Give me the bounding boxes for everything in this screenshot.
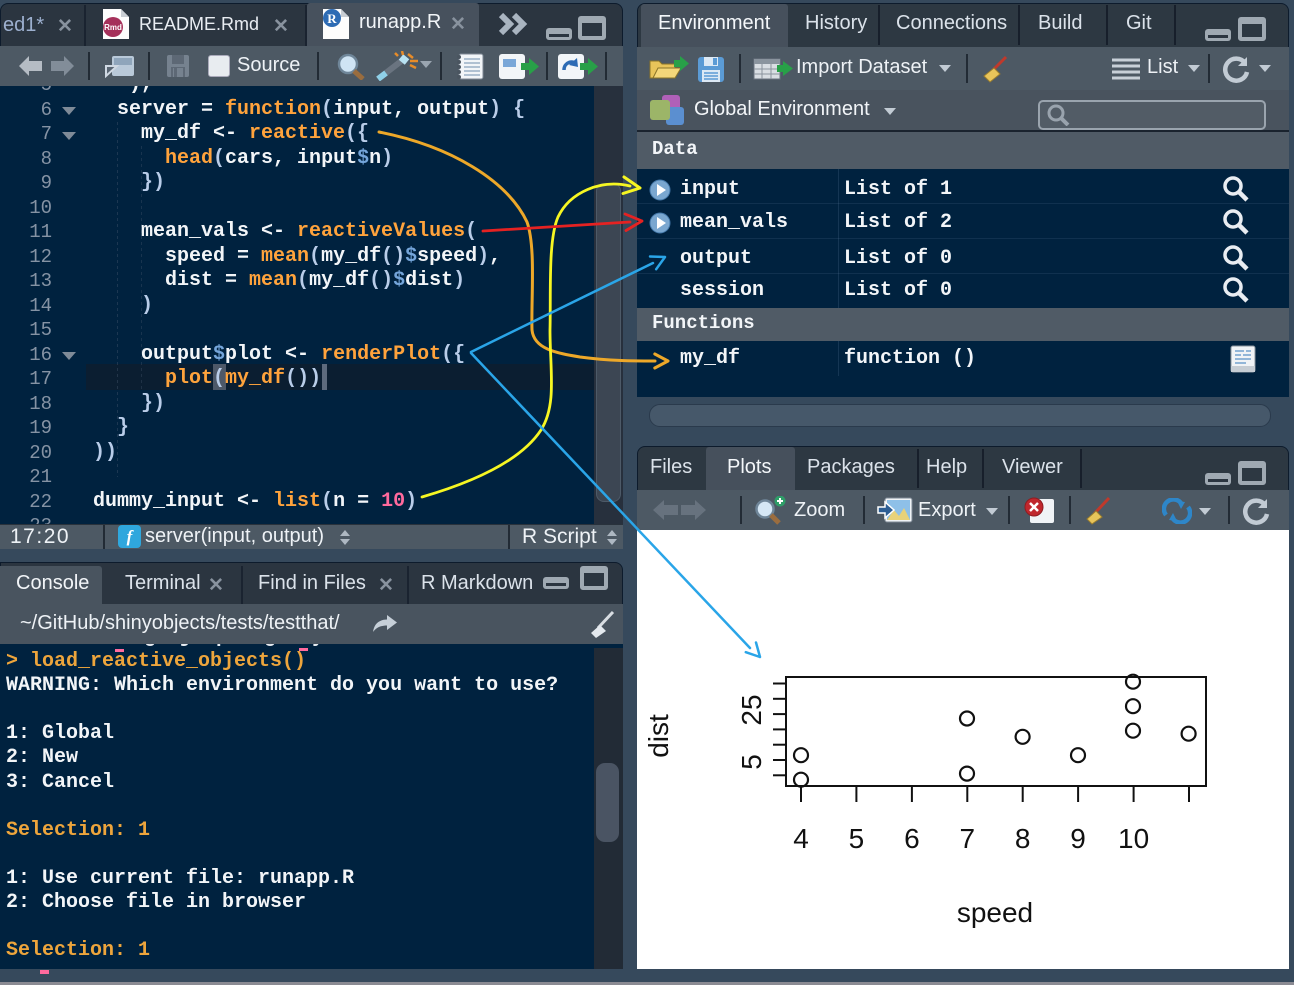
svg-text:7: 7 <box>960 823 976 854</box>
svg-text:R: R <box>327 11 337 26</box>
svg-text:speed: speed <box>957 897 1033 928</box>
svg-text:Rmd: Rmd <box>104 23 122 32</box>
svg-text:5: 5 <box>849 823 865 854</box>
svg-text:10: 10 <box>1118 823 1149 854</box>
svg-text:6: 6 <box>904 823 920 854</box>
svg-text:9: 9 <box>1070 823 1086 854</box>
svg-text:25: 25 <box>736 694 767 725</box>
svg-text:5: 5 <box>736 754 767 770</box>
svg-text:4: 4 <box>793 823 809 854</box>
svg-text:dist: dist <box>643 714 674 758</box>
svg-text:8: 8 <box>1015 823 1031 854</box>
